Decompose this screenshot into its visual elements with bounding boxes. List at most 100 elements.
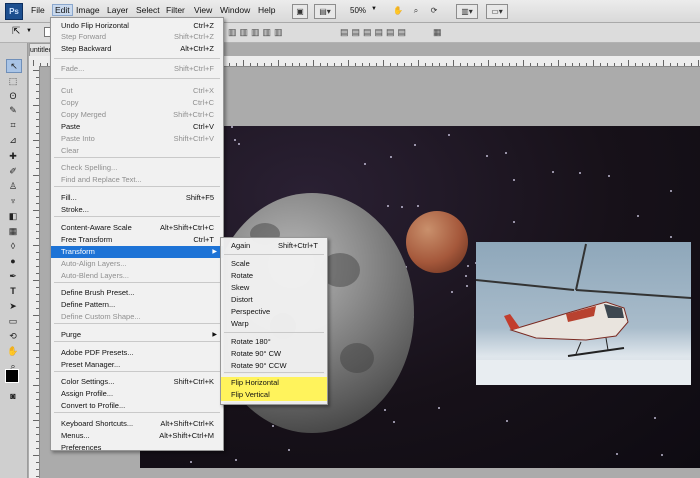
healing-brush-icon[interactable]: ✚ [6,150,20,162]
menu-item-label: Skew [231,283,250,292]
edit-menu-item-copy[interactable]: Copy Ctrl+C [51,97,223,109]
transform-item-perspective[interactable]: Perspective [221,306,327,318]
transform-item-flip-horizontal[interactable]: Flip Horizontal [221,377,327,389]
ruler-tick [481,63,482,66]
crop-tool-icon[interactable]: ⌗ [6,119,20,131]
menu-separator [54,341,220,342]
align-icons[interactable]: ▥▥▥▥▥ [228,27,286,38]
edit-menu-item-clear[interactable]: Clear [51,145,223,157]
hand-tool-icon[interactable]: ✋ [391,4,405,17]
transform-item-rotate-90-ccw[interactable]: Rotate 90° CCW [221,360,327,372]
edit-menu-item-find-replace-text[interactable]: Find and Replace Text... [51,174,223,186]
edit-menu-item-cut[interactable]: Cut Ctrl+X [51,85,223,97]
edit-menu-item-preferences[interactable]: Preferences [51,442,223,454]
edit-menu-item-define-brush-preset[interactable]: Define Brush Preset... [51,287,223,299]
edit-menu-item-auto-align-layers[interactable]: Auto-Align Layers... [51,258,223,270]
marquee-tool-icon[interactable]: ⬚ [6,75,20,87]
eyedropper-icon[interactable]: ⊿ [6,134,20,146]
menu-view[interactable]: View [194,5,212,15]
edit-menu-item-step-forward[interactable]: Step Forward Shift+Ctrl+Z [51,31,223,43]
foreground-color-swatch[interactable] [5,369,19,383]
bridge-icon[interactable]: ▣ [292,4,308,19]
move-tool-icon[interactable]: ↖ [6,59,22,73]
screen-mode-icon[interactable]: ▭▾ [486,4,508,19]
menu-edit[interactable]: Edit [52,4,73,16]
zoom-level[interactable]: 50% [350,6,366,15]
ruler-tick [40,63,41,66]
auto-align-icon[interactable]: ▦ [433,27,442,38]
transform-item-skew[interactable]: Skew [221,282,327,294]
menu-file[interactable]: File [31,5,45,15]
edit-menu-item-define-pattern[interactable]: Define Pattern... [51,299,223,311]
blur-tool-icon[interactable]: ◊ [6,240,20,252]
chevron-down-icon[interactable]: ▼ [371,6,377,12]
distribute-icons[interactable]: ▤▤▤▤▤▤ [340,27,409,38]
menu-image[interactable]: Image [76,5,100,15]
eraser-icon[interactable]: ◧ [6,210,20,222]
edit-menu-item-menus[interactable]: Menus... Alt+Shift+Ctrl+M [51,430,223,442]
edit-menu-item-adobe-pdf-presets[interactable]: Adobe PDF Presets... [51,347,223,359]
edit-menu-item-auto-blend-layers[interactable]: Auto-Blend Layers... [51,270,223,282]
edit-menu-item-define-custom-shape[interactable]: Define Custom Shape... [51,311,223,323]
ruler-tick [320,63,321,66]
star [383,409,386,412]
edit-menu-item-color-settings[interactable]: Color Settings... Shift+Ctrl+K [51,376,223,388]
transform-item-warp[interactable]: Warp [221,318,327,330]
transform-item-rotate-90-cw[interactable]: Rotate 90° CW [221,348,327,360]
photoshop-logo: Ps [5,3,23,20]
edit-menu-item-check-spelling[interactable]: Check Spelling... [51,162,223,174]
rotate-view-icon[interactable]: ⟳ [427,4,441,17]
menu-item-shortcut: Ctrl+T [193,235,214,244]
edit-menu-item-step-backward[interactable]: Step Backward Alt+Ctrl+Z [51,43,223,55]
ruler-tick [495,63,496,66]
edit-menu-item-preset-manager[interactable]: Preset Manager... [51,359,223,371]
edit-menu-item-paste[interactable]: Paste Ctrl+V [51,121,223,133]
edit-menu: Undo Flip Horizontal Ctrl+Z Step Forward Sh… [50,17,224,454]
chevron-down-icon[interactable]: ▼ [26,28,32,34]
edit-menu-item-free-transform[interactable]: Free Transform Ctrl+T [51,234,223,246]
edit-menu-item-transform[interactable]: Transform ▶ [51,246,223,258]
transform-item-rotate[interactable]: Rotate [221,270,327,282]
transform-item-distort[interactable]: Distort [221,294,327,306]
edit-menu-item-copy-merged[interactable]: Copy Merged Shift+Ctrl+C [51,109,223,121]
brush-tool-icon[interactable]: ✐ [6,165,20,177]
view-extras-icon[interactable]: ▤▾ [314,4,336,19]
transform-item-scale[interactable]: Scale [221,258,327,270]
edit-menu-item-fade[interactable]: Fade... Shift+Ctrl+F [51,63,223,75]
menu-separator [54,58,220,59]
edit-menu-item-keyboard-shortcuts[interactable]: Keyboard Shortcuts... Alt+Shift+Ctrl+K [51,418,223,430]
3d-rotate-icon[interactable]: ⟲ [6,330,20,342]
arrange-documents-icon[interactable]: ▥▾ [456,4,478,19]
quick-mask-icon[interactable]: ◙ [6,390,20,402]
menu-window[interactable]: Window [220,5,250,15]
edit-menu-item-fill[interactable]: Fill... Shift+F5 [51,192,223,204]
menu-layer[interactable]: Layer [107,5,128,15]
path-select-icon[interactable]: ➤ [6,300,20,312]
menu-filter[interactable]: Filter [166,5,185,15]
gradient-tool-icon[interactable]: ▦ [6,225,20,237]
edit-menu-item-purge[interactable]: Purge ▶ [51,329,223,341]
menu-item-label: Menus... [61,431,90,440]
type-tool-icon[interactable]: T [6,285,20,297]
history-brush-icon[interactable]: ♆ [6,195,20,207]
edit-menu-item-content-aware-scale[interactable]: Content-Aware Scale Alt+Shift+Ctrl+C [51,222,223,234]
menu-help[interactable]: Help [258,5,275,15]
hand-tool-icon[interactable]: ✋ [6,345,20,357]
edit-menu-item-convert-to-profile[interactable]: Convert to Profile... [51,400,223,412]
ruler-tick [33,140,39,141]
menu-select[interactable]: Select [136,5,160,15]
transform-item-flip-vertical[interactable]: Flip Vertical [221,389,327,401]
pen-tool-icon[interactable]: ✒ [6,270,20,282]
dodge-tool-icon[interactable]: ● [6,255,20,267]
shape-tool-icon[interactable]: ▭ [6,315,20,327]
transform-item-rotate-180[interactable]: Rotate 180° [221,336,327,348]
lasso-tool-icon[interactable]: ʘ [6,90,20,102]
move-tool-icon[interactable]: ⇱ [12,26,20,37]
edit-menu-item-assign-profile[interactable]: Assign Profile... [51,388,223,400]
zoom-tool-icon[interactable]: ⌕ [409,4,423,17]
edit-menu-item-stroke[interactable]: Stroke... [51,204,223,216]
quick-select-icon[interactable]: ✎ [6,104,20,116]
clone-stamp-icon[interactable]: ♙ [6,180,20,192]
transform-item-again[interactable]: Again Shift+Ctrl+T [221,240,327,252]
edit-menu-item-paste-into[interactable]: Paste Into Shift+Ctrl+V [51,133,223,145]
